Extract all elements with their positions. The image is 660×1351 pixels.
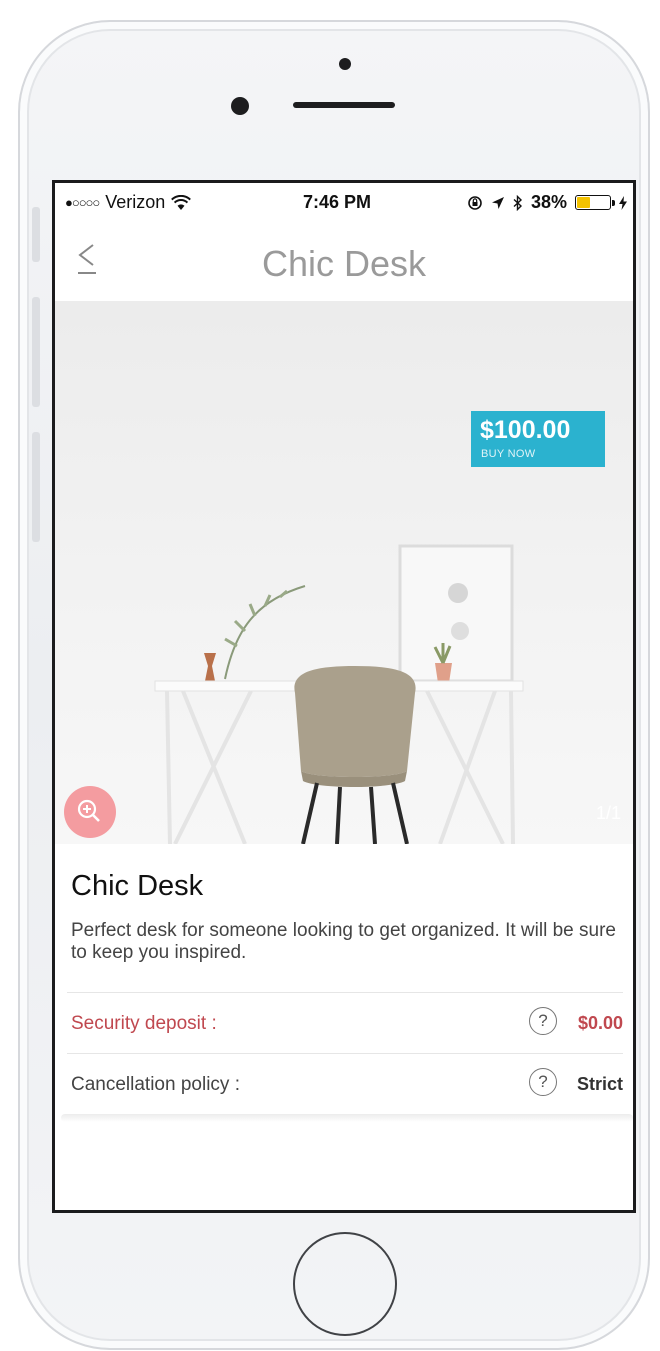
phone-screen: ●○○○○ Verizon 7:46 PM 38% Chic Desk $100… [52, 180, 636, 1213]
security-deposit-label: Security deposit : [71, 1013, 217, 1034]
navigation-bar: Chic Desk [55, 221, 633, 301]
status-time: 7:46 PM [303, 192, 372, 212]
security-deposit-value: $0.00 [577, 1013, 623, 1033]
cancellation-policy-help-icon[interactable]: ? [529, 1068, 557, 1096]
cancellation-policy-label: Cancellation policy : [71, 1074, 240, 1095]
zoom-in-icon [77, 799, 100, 822]
charging-bolt-icon [619, 195, 627, 210]
proximity-sensor [231, 97, 249, 115]
product-image[interactable]: $100.00 BUY NOW 1/1 [55, 301, 633, 844]
product-description: Perfect desk for someone looking to get … [71, 920, 616, 963]
buy-now-label: BUY NOW [481, 448, 536, 460]
signal-dots: ●○○○○ [65, 195, 100, 210]
battery-icon [575, 195, 615, 210]
battery-percent: 38% [530, 192, 567, 212]
section-divider [61, 1114, 633, 1122]
mute-switch [32, 207, 40, 262]
bluetooth-icon [513, 194, 522, 211]
volume-down-button [32, 432, 40, 542]
desk-scene-illustration [154, 544, 524, 844]
zoom-button[interactable] [64, 786, 116, 838]
carrier-name: Verizon [105, 192, 166, 212]
earpiece-speaker [293, 102, 395, 108]
image-counter: 1/1 [595, 803, 621, 823]
cancellation-policy-value: Strict [576, 1074, 623, 1094]
product-title: Chic Desk [71, 870, 204, 902]
location-arrow-icon [491, 196, 504, 209]
security-deposit-row: Security deposit : ? $0.00 [67, 992, 623, 1052]
security-deposit-help-icon[interactable]: ? [529, 1007, 557, 1035]
home-button[interactable] [293, 1232, 397, 1336]
status-bar: ●○○○○ Verizon 7:46 PM 38% [55, 183, 633, 221]
cancellation-policy-row: Cancellation policy : ? Strict [67, 1053, 623, 1113]
front-camera [339, 58, 351, 70]
wifi-icon [171, 194, 192, 210]
price-amount: $100.00 [480, 416, 571, 444]
rotation-lock-icon [468, 195, 482, 210]
buy-now-button[interactable]: $100.00 BUY NOW [471, 411, 605, 467]
page-title: Chic Desk [261, 243, 427, 284]
volume-up-button [32, 297, 40, 407]
